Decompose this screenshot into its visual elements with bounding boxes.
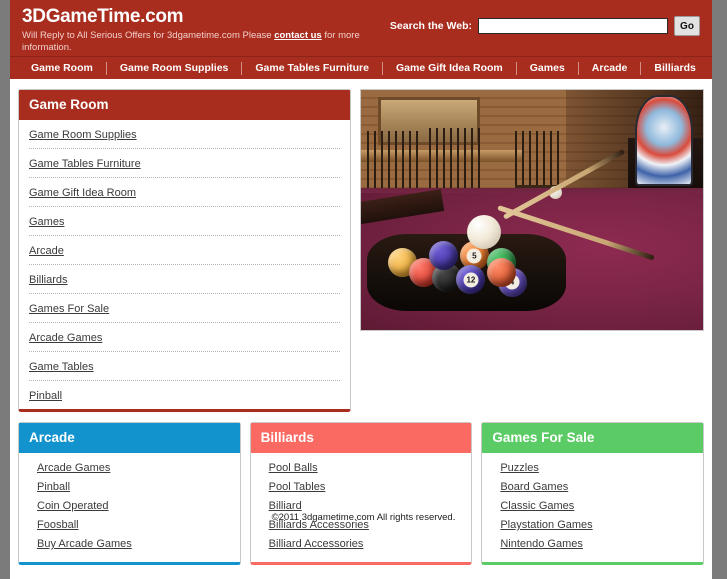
list-item[interactable]: Arcade Games	[29, 323, 340, 352]
list-item[interactable]: Game Room Supplies	[29, 120, 340, 149]
site-tagline: Will Reply to All Serious Offers for 3dg…	[22, 30, 382, 54]
site-footer: ©2011 3dgametime.com All rights reserved…	[0, 502, 727, 523]
link-pinball[interactable]: Pinball	[29, 390, 62, 402]
list-item[interactable]: Game Tables Furniture	[29, 149, 340, 178]
link-board-games[interactable]: Board Games	[492, 478, 693, 497]
list-item[interactable]: Games For Sale	[29, 294, 340, 323]
link-game-tables-furniture[interactable]: Game Tables Furniture	[29, 158, 141, 170]
games-for-sale-panel-title: Games For Sale	[482, 423, 704, 453]
list-item[interactable]: Games	[29, 207, 340, 236]
category-panels-row: Arcade Arcade Games Pinball Coin Operate…	[18, 422, 705, 565]
copyright-text: ©2011 3dgametime.com All rights reserved…	[271, 512, 456, 523]
link-game-tables[interactable]: Game Tables	[29, 361, 94, 373]
link-games-for-sale[interactable]: Games For Sale	[29, 303, 109, 315]
game-room-panel-title: Game Room	[19, 90, 350, 120]
stained-glass-icon	[634, 94, 693, 186]
search-area: Search the Web: Go	[390, 16, 700, 36]
link-game-room-supplies[interactable]: Game Room Supplies	[29, 129, 137, 141]
main-navigation: Game Room Game Room Supplies Game Tables…	[10, 57, 712, 81]
search-input[interactable]	[478, 18, 668, 34]
link-arcade-games[interactable]: Arcade Games	[29, 459, 230, 478]
list-item[interactable]: Billiards	[29, 265, 340, 294]
game-room-panel-body: Game Room Supplies Game Tables Furniture…	[19, 120, 350, 409]
site-header: 3DGameTime.com Will Reply to All Serious…	[10, 0, 712, 57]
link-arcade-games[interactable]: Arcade Games	[29, 332, 102, 344]
link-billiards[interactable]: Billiards	[29, 274, 68, 286]
billiards-hero-image: 5 12 4	[359, 89, 704, 331]
nav-item-game-room[interactable]: Game Room	[18, 61, 107, 75]
billiards-panel-title: Billiards	[250, 423, 472, 453]
nav-item-games[interactable]: Games	[517, 61, 579, 75]
list-item[interactable]: Game Gift Idea Room	[29, 178, 340, 207]
tagline-text-before: Will Reply to All Serious Offers for 3dg…	[22, 30, 275, 41]
link-game-gift-idea-room[interactable]: Game Gift Idea Room	[29, 187, 136, 199]
arcade-panel: Arcade Arcade Games Pinball Coin Operate…	[18, 422, 241, 565]
search-go-button[interactable]: Go	[674, 16, 700, 36]
link-arcade[interactable]: Arcade	[29, 245, 64, 257]
list-item[interactable]: Arcade	[29, 236, 340, 265]
chair-icon	[429, 128, 481, 191]
games-for-sale-panel: Games For Sale Puzzles Board Games Class…	[481, 422, 705, 565]
billiards-panel: Billiards Pool Balls Pool Tables Billiar…	[249, 422, 473, 565]
arcade-panel-title: Arcade	[19, 423, 240, 453]
nav-item-game-tables-furniture[interactable]: Game Tables Furniture	[242, 61, 383, 75]
game-room-panel: Game Room Game Room Supplies Game Tables…	[18, 89, 351, 412]
nav-item-game-room-supplies[interactable]: Game Room Supplies	[107, 61, 243, 75]
link-pinball[interactable]: Pinball	[29, 478, 230, 497]
chair-icon	[367, 130, 423, 196]
link-games[interactable]: Games	[29, 216, 64, 228]
list-item[interactable]: Pinball	[29, 381, 340, 409]
page-container: 3DGameTime.com Will Reply to All Serious…	[10, 0, 712, 579]
contact-us-link[interactable]: contact us	[274, 30, 322, 41]
nav-item-game-gift-idea-room[interactable]: Game Gift Idea Room	[383, 61, 517, 75]
cue-ball	[466, 214, 501, 249]
link-puzzles[interactable]: Puzzles	[492, 459, 693, 478]
list-item[interactable]: Game Tables	[29, 352, 340, 381]
link-pool-tables[interactable]: Pool Tables	[261, 478, 462, 497]
top-row: Game Room Game Room Supplies Game Tables…	[18, 89, 704, 412]
search-label: Search the Web:	[389, 20, 472, 32]
link-pool-balls[interactable]: Pool Balls	[261, 459, 462, 478]
chair-icon	[514, 130, 560, 189]
ball-number: 5	[466, 248, 482, 264]
nav-item-billiards[interactable]: Billiards	[641, 62, 708, 75]
nav-item-arcade[interactable]: Arcade	[579, 61, 642, 75]
ball-number: 12	[463, 272, 479, 288]
